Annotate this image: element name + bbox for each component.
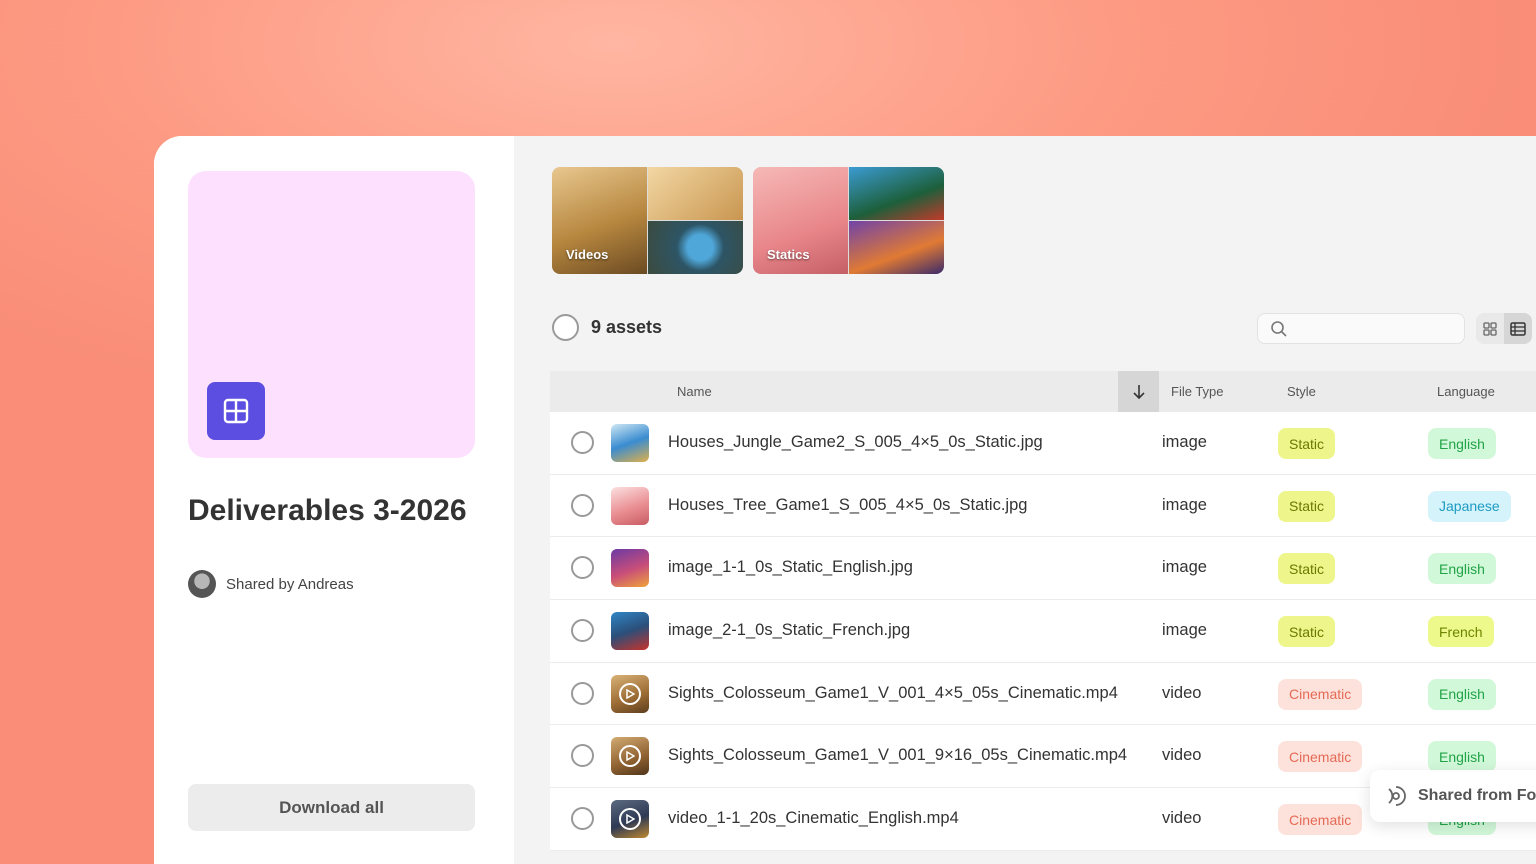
column-name[interactable]: Name <box>677 384 712 399</box>
file-type: video <box>1162 683 1202 702</box>
folder-thumb <box>849 167 944 220</box>
style-badge: Cinematic <box>1278 804 1363 836</box>
app-window: Deliverables 3-2026 Shared by Andreas Do… <box>154 136 1536 864</box>
folder-label: Videos <box>566 247 609 262</box>
avatar <box>188 570 216 598</box>
file-type: image <box>1162 495 1207 514</box>
folder-statics[interactable]: Statics <box>753 167 944 274</box>
file-name: image_1-1_0s_Static_English.jpg <box>668 558 913 577</box>
video-thumbnail <box>611 800 649 839</box>
grid-icon <box>207 382 265 440</box>
search-box[interactable] <box>1257 313 1465 344</box>
style-badge: Static <box>1278 616 1336 648</box>
assets-toolbar: 9 assets <box>552 314 662 341</box>
file-type: image <box>1162 558 1207 577</box>
table-row[interactable]: image_1-1_0s_Static_English.jpg image St… <box>550 537 1536 601</box>
table-row[interactable]: Houses_Tree_Game1_S_005_4×5_0s_Static.jp… <box>550 474 1536 538</box>
table-row[interactable]: Houses_Jungle_Game2_S_005_4×5_0s_Static.… <box>550 412 1536 475</box>
play-icon <box>619 682 641 705</box>
language-badge: English <box>1428 553 1496 585</box>
view-toggle <box>1476 313 1532 344</box>
image-thumbnail <box>611 549 649 588</box>
collection-cover <box>188 171 475 458</box>
row-checkbox[interactable] <box>571 619 594 643</box>
image-thumbnail <box>611 424 649 462</box>
select-all-checkbox[interactable] <box>552 314 579 341</box>
play-icon <box>619 808 641 831</box>
file-name: Sights_Colosseum_Game1_V_001_4×5_05s_Cin… <box>668 683 1118 702</box>
file-name: image_2-1_0s_Static_French.jpg <box>668 621 911 640</box>
sort-button[interactable] <box>1118 371 1159 412</box>
folder-label: Statics <box>767 247 810 262</box>
toast-label: Shared from Fo <box>1418 787 1536 804</box>
table-header: Name File Type Style Language <box>550 371 1536 412</box>
row-checkbox[interactable] <box>571 431 594 454</box>
download-all-button[interactable]: Download all <box>188 784 475 831</box>
row-checkbox[interactable] <box>571 556 594 580</box>
column-file-type[interactable]: File Type <box>1171 384 1224 399</box>
broadcast-icon <box>1388 786 1406 806</box>
style-badge: Static <box>1278 490 1336 522</box>
style-badge: Static <box>1278 553 1336 585</box>
collection-title: Deliverables 3-2026 <box>188 494 467 527</box>
column-language[interactable]: Language <box>1437 384 1495 399</box>
folder-thumb <box>648 221 743 274</box>
grid-view-button[interactable] <box>1476 313 1504 344</box>
image-thumbnail <box>611 486 649 525</box>
language-badge: Japanese <box>1428 490 1511 522</box>
list-view-icon <box>1510 321 1526 336</box>
file-name: Houses_Jungle_Game2_S_005_4×5_0s_Static.… <box>668 433 1043 451</box>
row-checkbox[interactable] <box>571 744 594 768</box>
folder-list: Videos Statics <box>552 167 944 274</box>
language-badge: English <box>1428 428 1496 459</box>
language-badge: French <box>1428 616 1494 648</box>
style-badge: Static <box>1278 428 1336 459</box>
row-checkbox[interactable] <box>571 807 594 831</box>
column-style[interactable]: Style <box>1287 384 1316 399</box>
image-thumbnail <box>611 612 649 651</box>
shared-by: Shared by Andreas <box>188 570 354 598</box>
language-badge: English <box>1428 741 1496 773</box>
file-name: video_1-1_20s_Cinematic_English.mp4 <box>668 809 959 828</box>
file-type: video <box>1162 809 1202 828</box>
search-input[interactable] <box>1296 321 1456 336</box>
shared-by-label: Shared by Andreas <box>226 575 354 593</box>
search-icon <box>1271 320 1287 337</box>
folder-videos[interactable]: Videos <box>552 167 743 274</box>
file-name: Houses_Tree_Game1_S_005_4×5_0s_Static.jp… <box>668 495 1028 514</box>
file-name: Sights_Colosseum_Game1_V_001_9×16_05s_Ci… <box>668 746 1128 765</box>
language-badge: English <box>1428 678 1496 710</box>
file-type: image <box>1162 433 1207 451</box>
collection-sidebar: Deliverables 3-2026 Shared by Andreas Do… <box>154 136 514 864</box>
table-row[interactable]: Sights_Colosseum_Game1_V_001_4×5_05s_Cin… <box>550 662 1536 726</box>
play-icon <box>619 745 641 768</box>
shared-from-toast[interactable]: Shared from Fo <box>1370 770 1536 822</box>
grid-view-icon <box>1483 321 1497 336</box>
table-row[interactable]: image_2-1_0s_Static_French.jpg image Sta… <box>550 600 1536 663</box>
file-type: image <box>1162 621 1207 640</box>
list-view-button[interactable] <box>1504 313 1532 344</box>
style-badge: Cinematic <box>1278 741 1363 773</box>
row-checkbox[interactable] <box>571 681 594 705</box>
video-thumbnail <box>611 674 649 713</box>
assets-count: 9 assets <box>591 317 663 337</box>
video-thumbnail <box>611 737 649 776</box>
row-checkbox[interactable] <box>571 493 594 517</box>
file-type: video <box>1162 746 1202 765</box>
folder-thumb <box>849 221 944 274</box>
folder-thumb <box>648 167 743 220</box>
arrow-down-icon <box>1132 384 1145 399</box>
style-badge: Cinematic <box>1278 678 1363 710</box>
